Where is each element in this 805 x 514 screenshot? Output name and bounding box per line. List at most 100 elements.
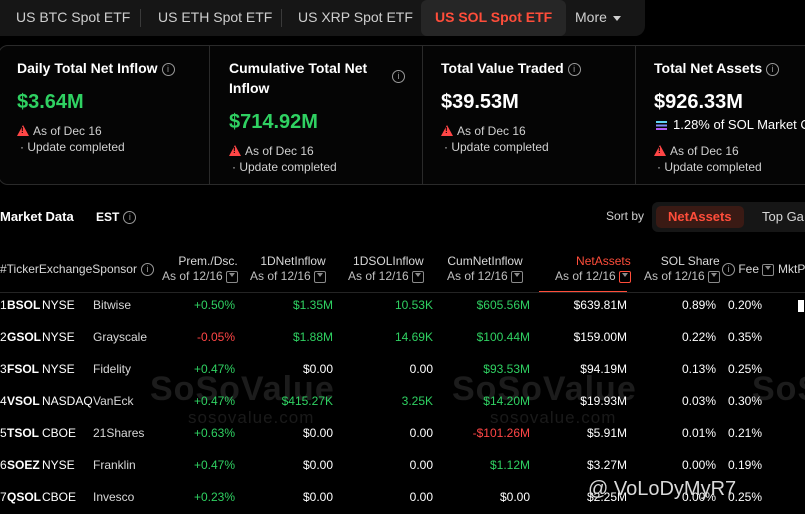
sort-icon[interactable]: [510, 270, 523, 283]
sort-icon[interactable]: [762, 263, 775, 276]
tab-more-label: More: [575, 9, 607, 25]
warning-icon: [654, 145, 666, 156]
cell-fee: 0.25%: [727, 362, 762, 376]
watermark-url: sosovalue.com: [188, 408, 315, 427]
cell-sol: 3.25K: [401, 394, 433, 408]
col-solshare-date: As of 12/16: [644, 269, 705, 283]
warning-icon: [229, 145, 241, 156]
cell-d1: $1.88M: [292, 330, 333, 344]
cell-cum: -$101.26M: [472, 426, 530, 440]
cell-prem: +0.47%: [193, 394, 235, 408]
cell-sponsor: 21Shares: [93, 426, 145, 440]
cell-exch: CBOE: [42, 426, 77, 440]
col-cumnetinflow-label: CumNetInflow: [447, 254, 523, 268]
sort-top-gainers-button[interactable]: Top Ga: [750, 206, 805, 228]
cell-fee: 0.35%: [727, 330, 762, 344]
cell-d1: $0.00: [302, 362, 333, 376]
info-icon[interactable]: i: [766, 63, 780, 76]
col-solshare-header[interactable]: SOL Share As of 12/16: [644, 254, 720, 284]
cell-prem: +0.63%: [193, 426, 235, 440]
card-cumulative-net-inflow: Cumulative Total Net Inflow i $714.92M A…: [210, 46, 422, 184]
cell-sol: 0.00: [409, 458, 433, 472]
tab-btc-etf[interactable]: US BTC Spot ETF: [16, 0, 130, 36]
card-date: As of Dec 16: [457, 124, 526, 138]
tab-xrp-etf[interactable]: US XRP Spot ETF: [298, 0, 413, 36]
col-1dnetinflow-header[interactable]: 1DNetInflow As of 12/16: [250, 254, 326, 284]
col-fee-header[interactable]: i Fee: [718, 262, 775, 277]
cell-cum: $605.56M: [476, 298, 530, 312]
cell-ticker: BSOL: [7, 298, 41, 312]
timezone-text: EST: [96, 210, 120, 224]
cell-d1: $0.00: [302, 490, 333, 504]
cell-sponsor: Grayscale: [93, 330, 148, 344]
cell-ticker: SOEZ: [7, 458, 40, 472]
col-netassets-header[interactable]: NetAssets As of 12/16: [555, 254, 631, 284]
info-icon[interactable]: i: [722, 263, 735, 276]
card-title: Total Net Assets: [654, 60, 763, 76]
cell-exch: NYSE: [42, 330, 75, 344]
sort-icon[interactable]: [225, 270, 238, 283]
card-value: $39.53M: [441, 91, 519, 113]
scroll-edge: [798, 300, 804, 312]
cell-fee: 0.21%: [727, 426, 762, 440]
col-1dsolinflow-label: 1DSOLInflow: [353, 254, 424, 268]
cell-prem: +0.47%: [193, 362, 235, 376]
col-solshare-label: SOL Share: [660, 254, 720, 268]
warning-icon: [441, 125, 453, 136]
cell-cum: $1.12M: [489, 458, 530, 472]
chevron-down-icon: [612, 15, 621, 21]
card-status: · Update completed: [20, 140, 125, 154]
tab-divider: [140, 9, 141, 27]
card-title-line2: Inflow: [229, 80, 270, 96]
sort-netassets-button[interactable]: NetAssets: [656, 206, 744, 228]
col-1dnetinflow-date: As of 12/16: [250, 269, 311, 283]
cell-ticker: TSOL: [7, 426, 39, 440]
cell-d1: $415.27K: [281, 394, 333, 408]
col-cumnetinflow-date: As of 12/16: [447, 269, 508, 283]
sort-icon[interactable]: [313, 270, 326, 283]
cell-sol: 0.00: [409, 490, 433, 504]
card-date: As of Dec 16: [670, 144, 739, 158]
col-cumnetinflow-header[interactable]: CumNetInflow As of 12/16: [447, 254, 523, 284]
cell-exch: NASDAQ: [42, 394, 93, 408]
sort-icon[interactable]: [411, 270, 424, 283]
tab-sol-etf[interactable]: US SOL Spot ETF: [421, 0, 567, 36]
cell-ticker: GSOL: [7, 330, 42, 344]
cell-ticker: FSOL: [7, 362, 39, 376]
cell-prem: -0.05%: [196, 330, 235, 344]
col-prem-header[interactable]: Prem./Dsc. As of 12/16: [162, 254, 238, 284]
sort-icon[interactable]: [618, 270, 631, 283]
col-1dsolinflow-date: As of 12/16: [348, 269, 409, 283]
cell-share: 0.01%: [681, 426, 716, 440]
cell-assets: $19.93M: [580, 394, 627, 408]
market-data-title: Market Data: [0, 209, 74, 224]
info-icon[interactable]: i: [567, 63, 581, 76]
cell-sponsor: Fidelity: [93, 362, 132, 376]
timezone-label: EST i: [96, 210, 137, 224]
cell-sponsor: VanEck: [93, 394, 134, 408]
card-date: As of Dec 16: [33, 124, 102, 138]
author-handle: @ VoLoDyMyR7: [588, 478, 737, 500]
card-value: $3.64M: [17, 91, 84, 113]
tab-more[interactable]: More: [575, 0, 621, 36]
info-icon[interactable]: i: [140, 263, 154, 276]
cell-cum: $14.20M: [483, 394, 530, 408]
tab-eth-etf[interactable]: US ETH Spot ETF: [158, 0, 272, 36]
col-ticker-label: #TickerExchangeSponsor: [0, 262, 137, 276]
cell-exch: NYSE: [42, 458, 75, 472]
info-icon[interactable]: i: [161, 63, 175, 76]
info-icon[interactable]: i: [392, 70, 405, 83]
cell-prem: +0.47%: [193, 458, 235, 472]
cell-assets: $639.81M: [573, 298, 627, 312]
col-1dnetinflow-label: 1DNetInflow: [260, 254, 326, 268]
card-status: · Update completed: [444, 140, 549, 154]
cell-share: 0.89%: [681, 298, 716, 312]
col-1dsolinflow-header[interactable]: 1DSOLInflow As of 12/16: [348, 254, 424, 284]
cell-assets: $159.00M: [573, 330, 627, 344]
cell-assets: $94.19M: [580, 362, 627, 376]
card-title: Daily Total Net Inflow: [17, 60, 158, 76]
col-mktprice-header[interactable]: MktP: [778, 262, 805, 277]
col-fee-label: Fee: [738, 262, 760, 276]
info-icon[interactable]: i: [123, 211, 137, 224]
cell-exch: NYSE: [42, 362, 75, 376]
